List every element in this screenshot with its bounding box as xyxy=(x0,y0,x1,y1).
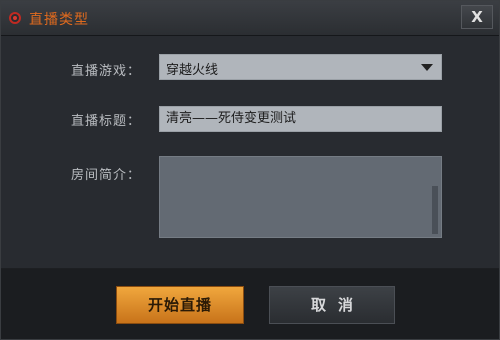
room-intro-label: 房间简介： xyxy=(71,168,142,183)
game-select[interactable]: 穿越火线 xyxy=(159,54,442,80)
title-bar[interactable]: 直播类型 X xyxy=(1,1,499,36)
intro-scrollbar[interactable] xyxy=(432,186,438,234)
dialog-title: 直播类型 xyxy=(29,12,89,28)
start-live-button[interactable]: 开始直播 xyxy=(116,286,244,324)
stream-title-input[interactable]: 清亮——死侍变更测试 xyxy=(159,106,442,132)
game-label: 直播游戏： xyxy=(71,64,142,79)
game-select-value: 穿越火线 xyxy=(166,63,219,78)
form-panel: 直播游戏： 穿越火线 直播标题： 清亮——死侍变更测试 房间简介： xyxy=(1,36,499,268)
record-icon xyxy=(9,12,21,24)
cancel-button[interactable]: 取消 xyxy=(269,286,395,324)
button-bar: 开始直播 取消 xyxy=(1,269,499,339)
live-type-dialog: 直播类型 X 直播游戏： 穿越火线 直播标题： 清亮——死侍变更测试 房间简介：… xyxy=(0,0,500,340)
dropdown-arrow-icon[interactable] xyxy=(421,64,433,71)
close-button[interactable]: X xyxy=(461,5,493,29)
room-intro-textarea[interactable] xyxy=(159,156,442,238)
stream-title-label: 直播标题： xyxy=(71,114,142,129)
